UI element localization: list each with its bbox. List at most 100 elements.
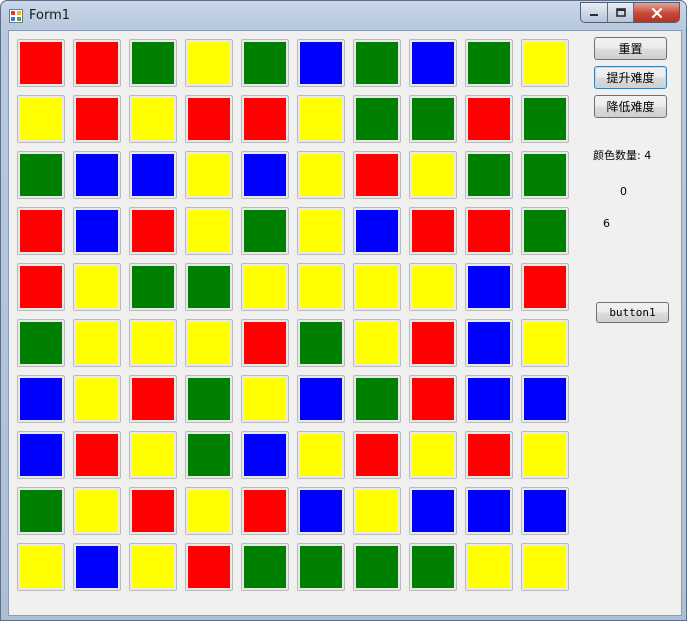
grid-cell-r9-c5[interactable]: [297, 543, 345, 591]
grid-cell-r1-c6[interactable]: [353, 95, 401, 143]
grid-cell-r3-c4[interactable]: [241, 207, 289, 255]
grid-cell-r7-c3[interactable]: [185, 431, 233, 479]
grid-cell-r6-c3[interactable]: [185, 375, 233, 423]
grid-cell-r4-c3[interactable]: [185, 263, 233, 311]
grid-cell-r3-c3[interactable]: [185, 207, 233, 255]
grid-cell-r7-c8[interactable]: [465, 431, 513, 479]
maximize-button[interactable]: [608, 3, 634, 22]
grid-cell-r8-c6[interactable]: [353, 487, 401, 535]
grid-cell-r2-c2[interactable]: [129, 151, 177, 199]
grid-cell-r4-c8[interactable]: [465, 263, 513, 311]
grid-cell-r6-c2[interactable]: [129, 375, 177, 423]
grid-cell-r8-c4[interactable]: [241, 487, 289, 535]
grid-cell-r4-c5[interactable]: [297, 263, 345, 311]
grid-cell-r9-c4[interactable]: [241, 543, 289, 591]
grid-cell-r8-c8[interactable]: [465, 487, 513, 535]
grid-cell-r6-c9[interactable]: [521, 375, 569, 423]
grid-cell-r4-c7[interactable]: [409, 263, 457, 311]
grid-cell-r3-c1[interactable]: [73, 207, 121, 255]
grid-cell-r9-c9[interactable]: [521, 543, 569, 591]
grid-cell-r3-c7[interactable]: [409, 207, 457, 255]
grid-cell-r1-c4[interactable]: [241, 95, 289, 143]
grid-cell-r7-c6[interactable]: [353, 431, 401, 479]
grid-cell-r5-c4[interactable]: [241, 319, 289, 367]
grid-cell-r0-c5[interactable]: [297, 39, 345, 87]
grid-cell-r2-c3[interactable]: [185, 151, 233, 199]
grid-cell-r2-c1[interactable]: [73, 151, 121, 199]
grid-cell-r7-c1[interactable]: [73, 431, 121, 479]
minimize-button[interactable]: [581, 3, 608, 22]
grid-cell-r3-c8[interactable]: [465, 207, 513, 255]
grid-cell-r6-c1[interactable]: [73, 375, 121, 423]
grid-cell-r4-c1[interactable]: [73, 263, 121, 311]
grid-cell-r1-c2[interactable]: [129, 95, 177, 143]
grid-cell-r6-c7[interactable]: [409, 375, 457, 423]
grid-cell-r0-c7[interactable]: [409, 39, 457, 87]
grid-cell-r7-c2[interactable]: [129, 431, 177, 479]
grid-cell-r8-c2[interactable]: [129, 487, 177, 535]
grid-cell-r0-c4[interactable]: [241, 39, 289, 87]
grid-cell-r7-c7[interactable]: [409, 431, 457, 479]
grid-cell-r1-c5[interactable]: [297, 95, 345, 143]
grid-cell-r0-c9[interactable]: [521, 39, 569, 87]
grid-cell-r8-c5[interactable]: [297, 487, 345, 535]
grid-cell-r5-c2[interactable]: [129, 319, 177, 367]
increase-difficulty-button[interactable]: 提升难度: [594, 66, 667, 89]
grid-cell-r6-c8[interactable]: [465, 375, 513, 423]
grid-cell-r5-c5[interactable]: [297, 319, 345, 367]
grid-cell-r1-c7[interactable]: [409, 95, 457, 143]
grid-cell-r5-c0[interactable]: [17, 319, 65, 367]
grid-cell-r7-c0[interactable]: [17, 431, 65, 479]
grid-cell-r9-c7[interactable]: [409, 543, 457, 591]
grid-cell-r8-c1[interactable]: [73, 487, 121, 535]
grid-cell-r1-c3[interactable]: [185, 95, 233, 143]
close-button[interactable]: [634, 3, 679, 22]
grid-cell-r5-c8[interactable]: [465, 319, 513, 367]
grid-cell-r6-c6[interactable]: [353, 375, 401, 423]
grid-cell-r3-c5[interactable]: [297, 207, 345, 255]
grid-cell-r8-c9[interactable]: [521, 487, 569, 535]
grid-cell-r0-c1[interactable]: [73, 39, 121, 87]
grid-cell-r0-c2[interactable]: [129, 39, 177, 87]
grid-cell-r0-c0[interactable]: [17, 39, 65, 87]
grid-cell-r3-c6[interactable]: [353, 207, 401, 255]
grid-cell-r1-c9[interactable]: [521, 95, 569, 143]
grid-cell-r9-c3[interactable]: [185, 543, 233, 591]
grid-cell-r8-c0[interactable]: [17, 487, 65, 535]
grid-cell-r2-c0[interactable]: [17, 151, 65, 199]
grid-cell-r4-c0[interactable]: [17, 263, 65, 311]
grid-cell-r6-c0[interactable]: [17, 375, 65, 423]
grid-cell-r0-c3[interactable]: [185, 39, 233, 87]
grid-cell-r7-c4[interactable]: [241, 431, 289, 479]
grid-cell-r1-c8[interactable]: [465, 95, 513, 143]
reset-button[interactable]: 重置: [594, 37, 667, 60]
grid-cell-r4-c2[interactable]: [129, 263, 177, 311]
grid-cell-r5-c1[interactable]: [73, 319, 121, 367]
grid-cell-r1-c0[interactable]: [17, 95, 65, 143]
grid-cell-r6-c5[interactable]: [297, 375, 345, 423]
grid-cell-r5-c6[interactable]: [353, 319, 401, 367]
grid-cell-r5-c3[interactable]: [185, 319, 233, 367]
grid-cell-r2-c6[interactable]: [353, 151, 401, 199]
grid-cell-r2-c8[interactable]: [465, 151, 513, 199]
grid-cell-r9-c2[interactable]: [129, 543, 177, 591]
grid-cell-r7-c5[interactable]: [297, 431, 345, 479]
grid-cell-r1-c1[interactable]: [73, 95, 121, 143]
grid-cell-r2-c4[interactable]: [241, 151, 289, 199]
grid-cell-r9-c1[interactable]: [73, 543, 121, 591]
grid-cell-r9-c8[interactable]: [465, 543, 513, 591]
grid-cell-r3-c2[interactable]: [129, 207, 177, 255]
grid-cell-r4-c4[interactable]: [241, 263, 289, 311]
grid-cell-r3-c9[interactable]: [521, 207, 569, 255]
grid-cell-r2-c5[interactable]: [297, 151, 345, 199]
grid-cell-r9-c0[interactable]: [17, 543, 65, 591]
grid-cell-r8-c7[interactable]: [409, 487, 457, 535]
grid-cell-r9-c6[interactable]: [353, 543, 401, 591]
grid-cell-r3-c0[interactable]: [17, 207, 65, 255]
grid-cell-r0-c6[interactable]: [353, 39, 401, 87]
grid-cell-r6-c4[interactable]: [241, 375, 289, 423]
grid-cell-r4-c9[interactable]: [521, 263, 569, 311]
title-bar[interactable]: Form1: [1, 1, 686, 31]
grid-cell-r2-c9[interactable]: [521, 151, 569, 199]
grid-cell-r0-c8[interactable]: [465, 39, 513, 87]
